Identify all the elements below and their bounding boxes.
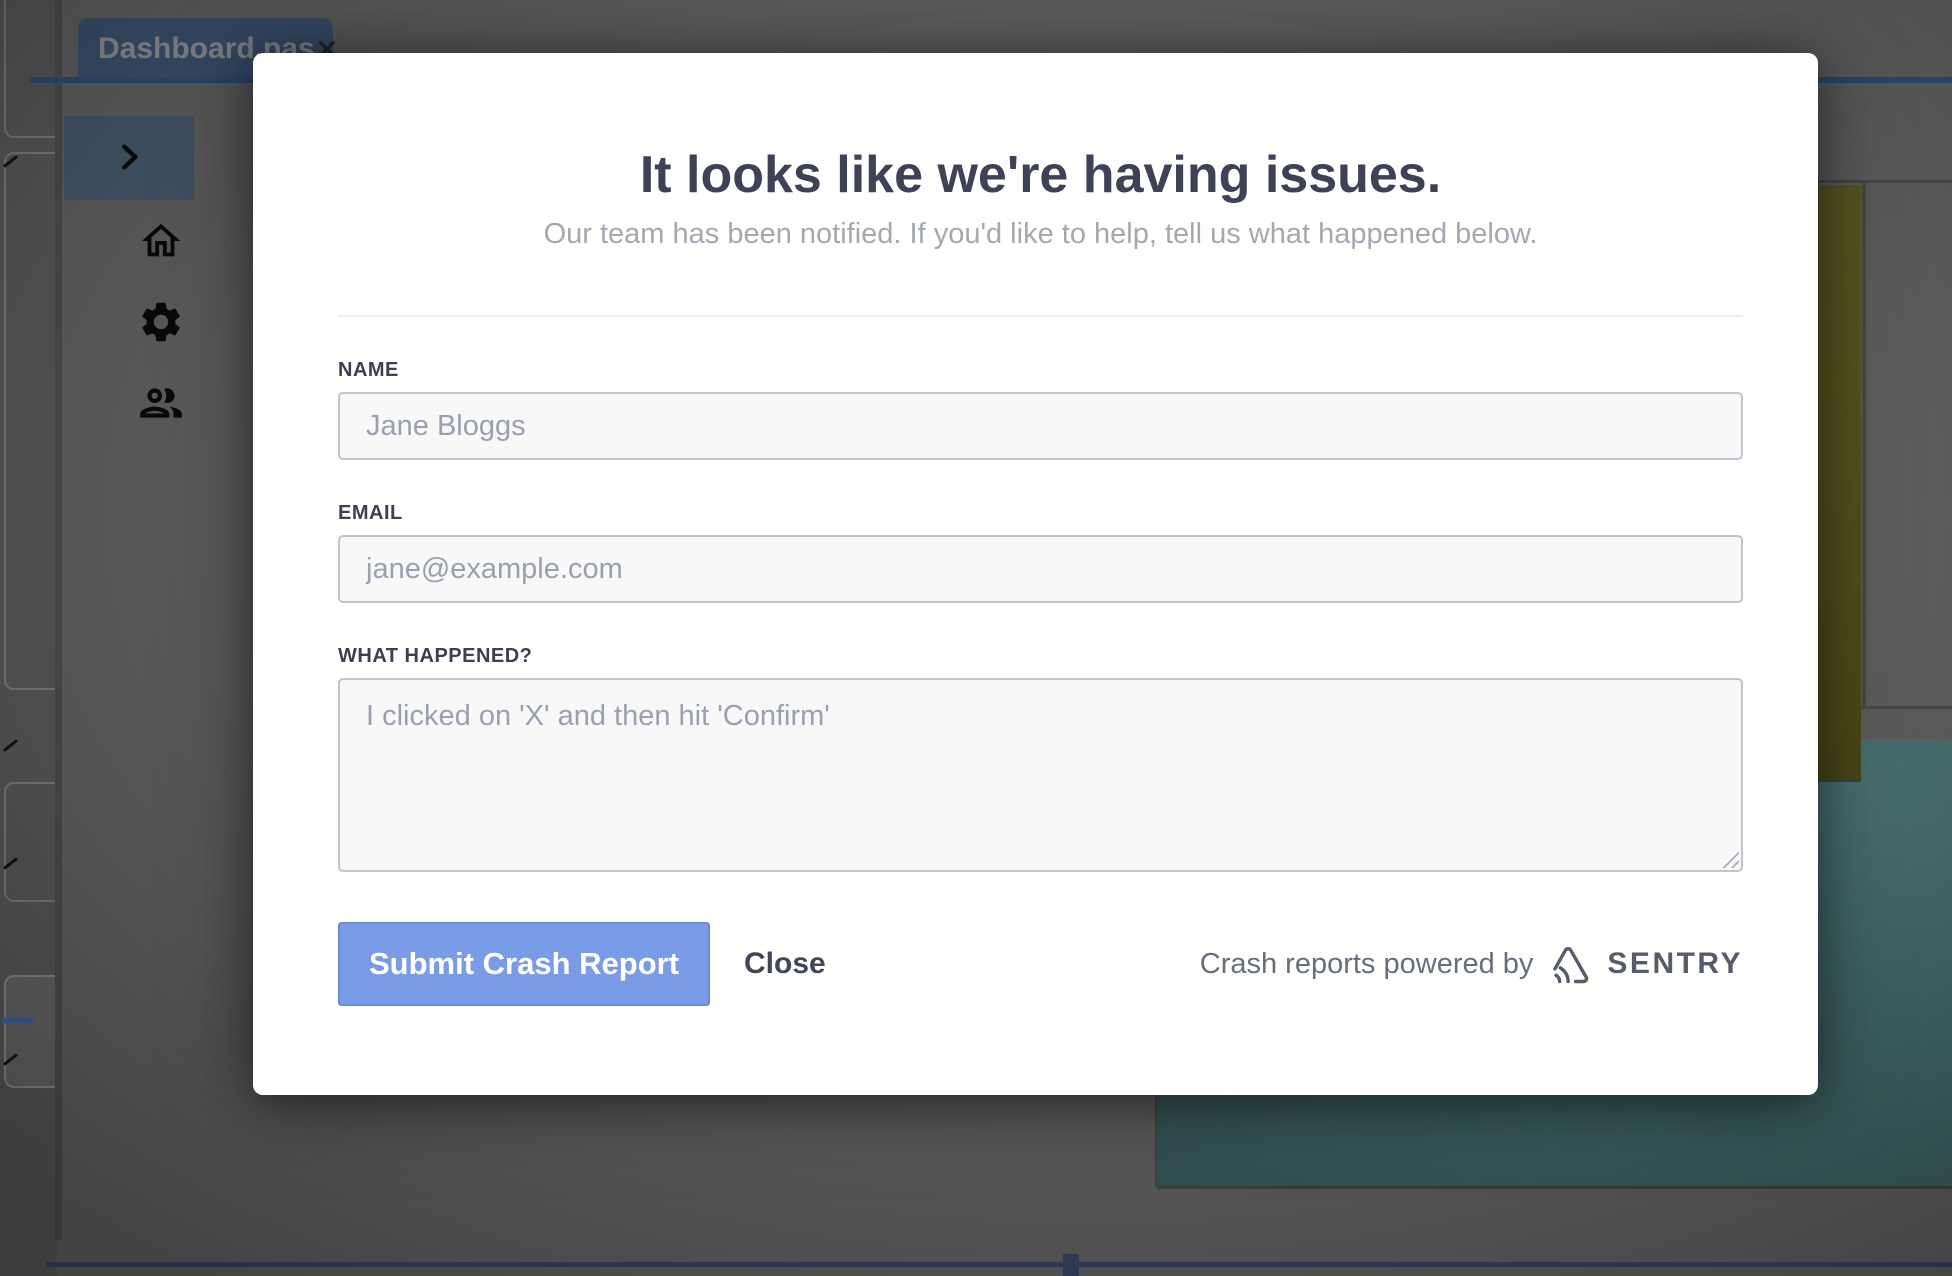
comments-textarea[interactable] [338,678,1743,872]
dialog-subtitle: Our team has been notified. If you'd lik… [338,217,1743,251]
dialog-footer: Submit Crash Report Close Crash reports … [338,922,1743,1006]
people-icon [136,378,186,433]
rail-glyph [3,739,18,752]
rail-panel [4,152,57,690]
sidebar-item-users[interactable] [96,378,226,433]
submit-crash-report-button[interactable]: Submit Crash Report [338,922,710,1006]
sidebar-collapse-button[interactable] [64,116,194,200]
home-icon [138,218,184,269]
dialog-title: It looks like we're having issues. [338,145,1743,205]
crash-report-dialog: It looks like we're having issues. Our t… [253,53,1818,1095]
close-button[interactable]: Close [744,947,826,981]
rail-panel [4,0,57,138]
bottom-scrollbar-track[interactable] [46,1262,1952,1267]
sentry-wordmark: SENTRY [1607,947,1743,981]
sentry-logo-icon [1547,940,1593,989]
name-label: NAME [338,359,1743,382]
sidebar-item-settings[interactable] [96,298,226,351]
rail-panel [4,975,57,1088]
rail-panel [4,782,57,902]
app-window: Dashboard.pas It looks like we're hav [0,0,1952,1276]
powered-by-label: Crash reports powered by [1200,948,1534,981]
panel-divider [1862,183,1866,706]
powered-by: Crash reports powered by SENTRY [1200,940,1743,989]
dialog-divider [338,315,1743,317]
name-input[interactable] [338,392,1743,460]
panel-divider [1818,180,1952,183]
bottom-scrollbar-thumb[interactable] [1063,1254,1079,1276]
rail-accent-line [2,1018,34,1023]
gear-icon [137,298,185,351]
sidebar-item-home[interactable] [96,218,226,269]
chevron-right-icon [110,138,148,179]
email-input[interactable] [338,535,1743,603]
rail-divider [55,0,62,1240]
email-label: EMAIL [338,502,1743,525]
comments-label: WHAT HAPPENED? [338,645,1743,668]
left-tool-rail [0,0,57,1276]
